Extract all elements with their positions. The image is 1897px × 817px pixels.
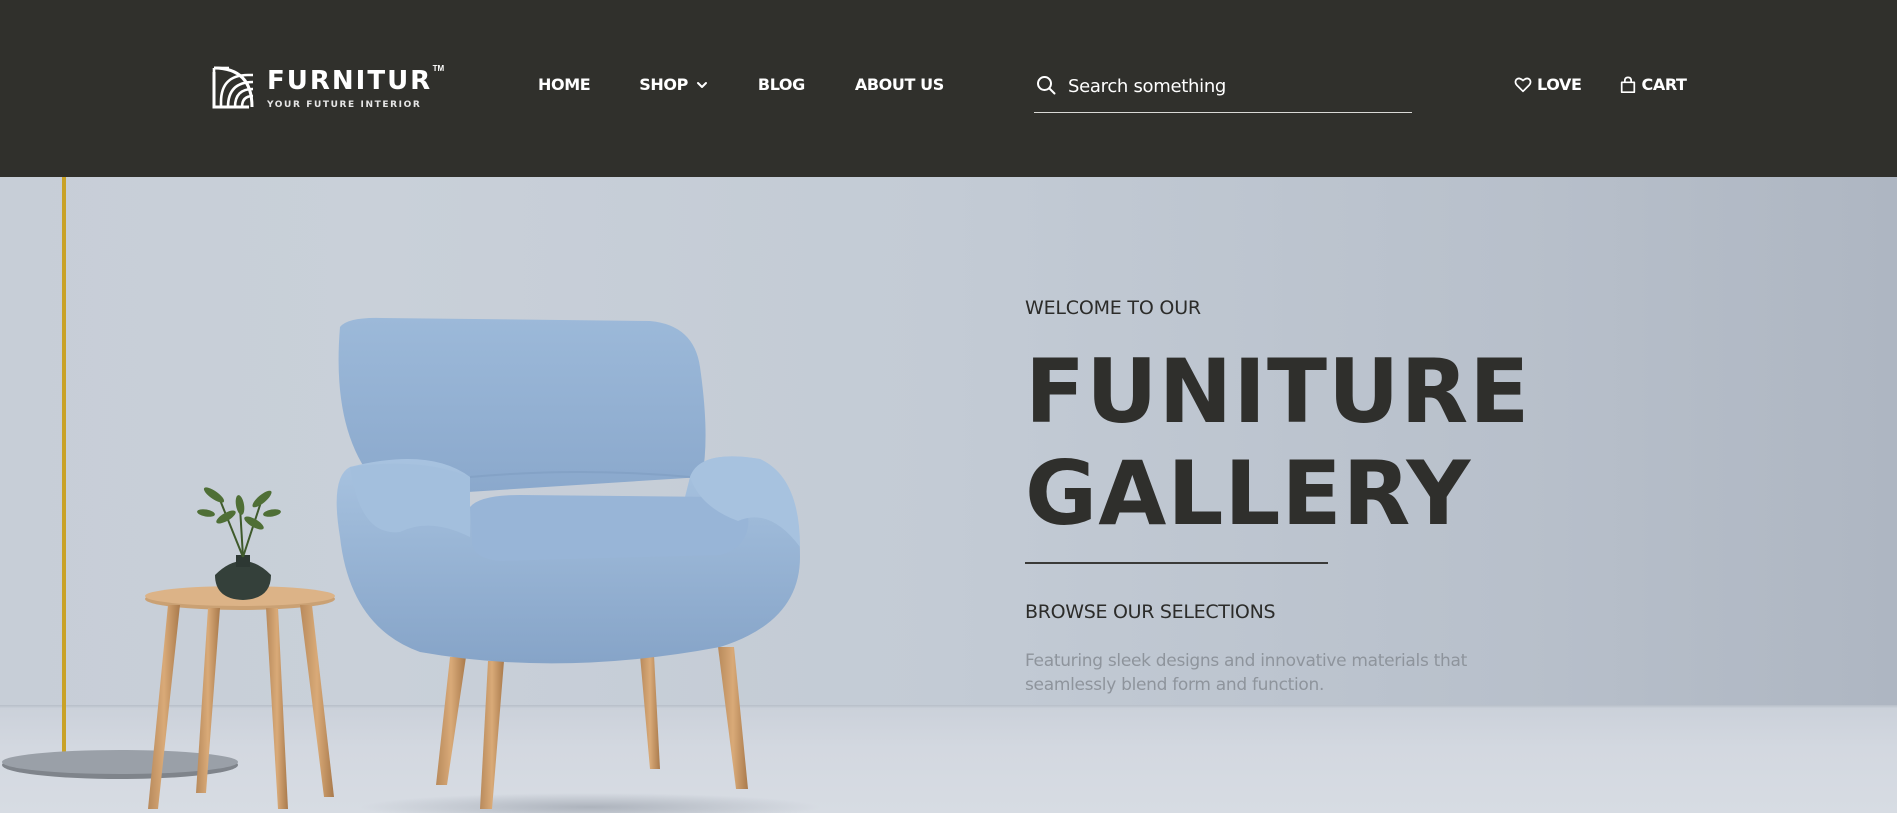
nav-shop-label: SHOP <box>639 75 688 94</box>
nav-shop[interactable]: SHOP <box>639 75 708 94</box>
hero-eyebrow: WELCOME TO OUR <box>1025 297 1201 319</box>
search-icon[interactable] <box>1036 75 1056 95</box>
hero-section: WELCOME TO OUR FUNITURE GALLERY BROWSE O… <box>0 177 1897 813</box>
logo-text: FURNITUR TM YOUR FUTURE INTERIOR <box>267 64 444 110</box>
love-button[interactable]: LOVE <box>1514 75 1582 94</box>
logo-mark-icon <box>212 66 254 109</box>
logo-tagline: YOUR FUTURE INTERIOR <box>267 100 422 110</box>
main-nav: HOME SHOP BLOG ABOUT US <box>538 75 944 94</box>
chevron-down-icon <box>696 81 707 88</box>
nav-blog[interactable]: BLOG <box>758 75 805 94</box>
nav-home[interactable]: HOME <box>538 75 591 94</box>
hero-image <box>2 177 820 813</box>
hero-headline-line2: GALLERY <box>1025 442 1472 545</box>
love-label: LOVE <box>1537 75 1582 94</box>
heart-icon <box>1514 77 1532 92</box>
hero-content: WELCOME TO OUR FUNITURE GALLERY BROWSE O… <box>1025 297 1645 697</box>
hero-divider <box>1025 562 1328 564</box>
hero-headline: FUNITURE GALLERY <box>1025 341 1645 545</box>
search-bar <box>1034 72 1412 113</box>
shopping-bag-icon <box>1620 75 1635 93</box>
search-input[interactable] <box>1068 72 1388 100</box>
nav-about-us[interactable]: ABOUT US <box>855 75 944 94</box>
logo-trademark: TM <box>432 64 445 73</box>
cart-label: CART <box>1641 75 1687 94</box>
hero-description: Featuring sleek designs and innovative m… <box>1025 651 1467 695</box>
logo-name: FURNITUR <box>267 66 433 96</box>
header-actions: LOVE CART <box>1514 75 1687 94</box>
cart-button[interactable]: CART <box>1619 75 1687 94</box>
logo[interactable]: FURNITUR TM YOUR FUTURE INTERIOR <box>212 64 444 112</box>
page-bottom-edge <box>0 813 1897 817</box>
hero-subheading: BROWSE OUR SELECTIONS <box>1025 601 1276 623</box>
site-header: FURNITUR TM YOUR FUTURE INTERIOR HOME SH… <box>0 0 1897 177</box>
hero-headline-line1: FUNITURE <box>1025 340 1531 443</box>
